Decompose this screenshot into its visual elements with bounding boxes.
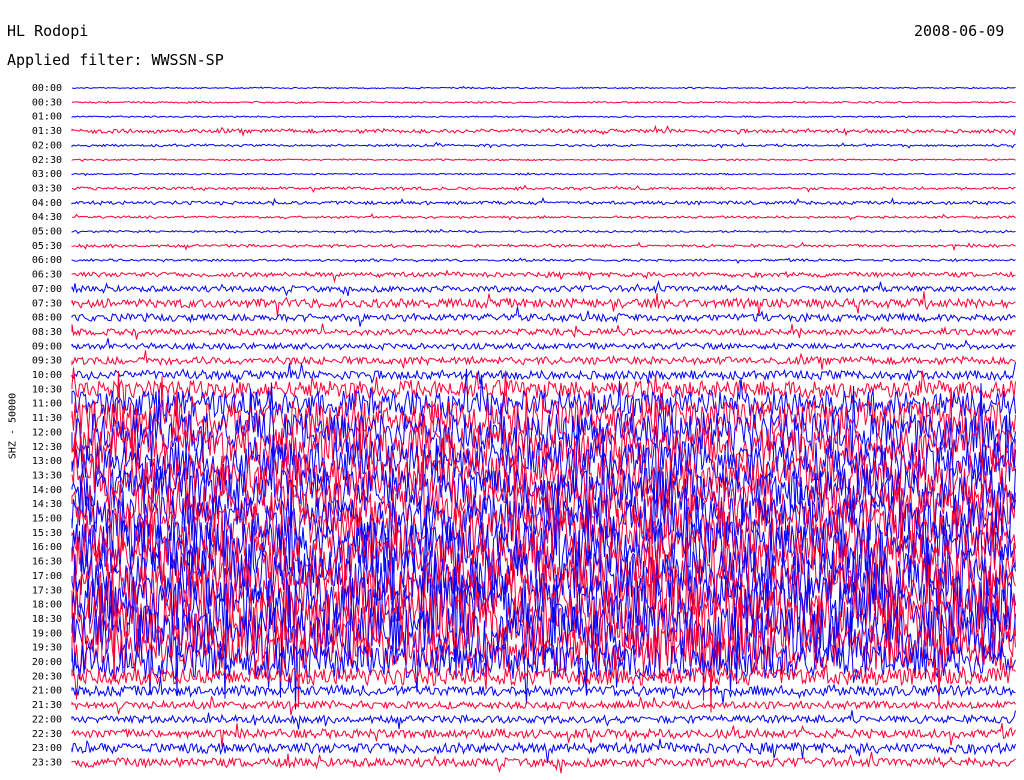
trace-line (71, 115, 1016, 119)
time-tick-label: 14:00 (32, 485, 62, 496)
trace-line (71, 291, 1016, 317)
time-tick-label: 14:30 (32, 499, 62, 510)
time-tick-label: 19:30 (32, 643, 62, 654)
time-tick-label: 02:00 (32, 140, 62, 151)
time-tick-label: 01:30 (32, 126, 62, 137)
time-tick-label: 09:30 (32, 356, 62, 367)
trace-line (71, 738, 1016, 764)
trace-line (71, 141, 1016, 149)
trace-line (71, 124, 1016, 138)
time-tick-label: 03:00 (32, 169, 62, 180)
time-tick-label: 22:00 (32, 714, 62, 725)
time-tick-label: 05:30 (32, 241, 62, 252)
trace-line (71, 323, 1016, 340)
time-tick-label: 18:30 (32, 614, 62, 625)
trace-line (71, 675, 1016, 705)
time-tick-label: 11:30 (32, 413, 62, 424)
trace-line (71, 338, 1016, 352)
trace-line (71, 241, 1016, 252)
trace-line (71, 269, 1016, 284)
time-tick-label: 22:30 (32, 729, 62, 740)
time-tick-label: 07:30 (32, 298, 62, 309)
time-tick-label: 04:30 (32, 212, 62, 223)
trace-line (71, 362, 1016, 385)
time-tick-label: 11:00 (32, 399, 62, 410)
time-tick-label: 01:00 (32, 112, 62, 123)
time-tick-label: 08:00 (32, 313, 62, 324)
trace-line (71, 350, 1016, 370)
time-tick-label: 18:00 (32, 600, 62, 611)
trace-line (71, 710, 1016, 730)
trace-line (71, 306, 1016, 327)
time-tick-label: 13:30 (32, 470, 62, 481)
time-tick-label: 05:00 (32, 227, 62, 238)
time-tick-label: 10:30 (32, 384, 62, 395)
trace-line (71, 723, 1016, 747)
time-tick-label: 21:00 (32, 686, 62, 697)
time-tick-label: 00:00 (32, 83, 62, 94)
time-tick-label: 04:00 (32, 198, 62, 209)
helicorder-plot: 00:00 00:30 01:00 01:30 02:00 02:30 03:00 03:30… (32, 83, 1016, 774)
time-tick-label: 06:30 (32, 270, 62, 281)
time-tick-label: 03:30 (32, 183, 62, 194)
time-tick-label: 23:30 (32, 757, 62, 768)
traces (71, 85, 1016, 774)
time-tick-label: 23:00 (32, 743, 62, 754)
trace-line (71, 85, 1016, 90)
trace-line (71, 172, 1016, 177)
trace-line (71, 279, 1016, 297)
time-tick-label: 12:00 (32, 427, 62, 438)
time-tick-label: 15:30 (32, 528, 62, 539)
trace-line (71, 696, 1016, 716)
trace-line (71, 257, 1016, 264)
time-tick-label: 19:00 (32, 628, 62, 639)
trace-line (71, 184, 1016, 193)
time-tick-label: 07:00 (32, 284, 62, 295)
time-tick-label: 09:00 (32, 341, 62, 352)
trace-line (71, 751, 1016, 774)
trace-line (71, 213, 1016, 221)
trace-line (71, 228, 1016, 235)
time-tick-label: 08:30 (32, 327, 62, 338)
time-tick-label: 00:30 (32, 97, 62, 108)
time-tick-label: 16:00 (32, 542, 62, 553)
time-tick-label: 13:00 (32, 456, 62, 467)
trace-line (71, 100, 1016, 104)
time-tick-label: 10:00 (32, 370, 62, 381)
time-tick-label: 17:30 (32, 585, 62, 596)
time-tick-label: 02:30 (32, 155, 62, 166)
time-tick-label: 21:30 (32, 700, 62, 711)
time-tick-label: 20:30 (32, 671, 62, 682)
time-tick-label: 20:00 (32, 657, 62, 668)
time-tick-label: 16:30 (32, 557, 62, 568)
time-tick-label: 12:30 (32, 442, 62, 453)
trace-line (71, 196, 1016, 207)
trace-line (71, 157, 1016, 162)
time-tick-label: 17:00 (32, 571, 62, 582)
time-tick-label: 15:00 (32, 514, 62, 525)
time-tick-label: 06:00 (32, 255, 62, 266)
